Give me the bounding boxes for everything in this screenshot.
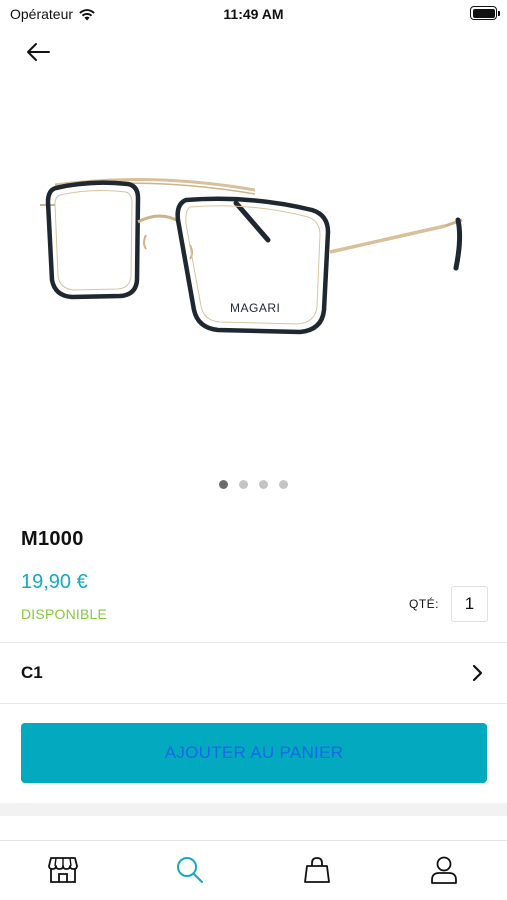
tab-account[interactable] — [380, 841, 507, 900]
battery-icon — [470, 6, 500, 20]
add-to-cart-button[interactable]: AJOUTER AU PANIER — [21, 723, 487, 783]
carousel-dot[interactable] — [279, 480, 288, 489]
search-icon — [177, 856, 204, 883]
chevron-right-icon — [472, 664, 483, 682]
carousel-dot[interactable] — [219, 480, 228, 489]
quantity-label: QTÉ: — [409, 597, 440, 611]
tab-search[interactable] — [127, 841, 254, 900]
variant-selector[interactable]: C1 — [0, 643, 507, 703]
carousel-dot[interactable] — [259, 480, 268, 489]
eyeglasses-image: MAGARI — [40, 178, 463, 335]
variant-label: C1 — [21, 663, 43, 682]
tab-store[interactable] — [0, 841, 127, 900]
divider — [0, 703, 507, 704]
availability-status: DISPONIBLE — [21, 606, 108, 622]
carousel-indicator — [0, 480, 507, 489]
section-separator — [0, 803, 507, 816]
store-icon — [48, 856, 79, 883]
status-time: 11:49 AM — [223, 6, 284, 22]
back-button[interactable] — [22, 38, 54, 66]
carousel-dot[interactable] — [239, 480, 248, 489]
shopping-bag-icon — [303, 856, 330, 883]
brand-mark: MAGARI — [230, 301, 280, 315]
quantity-input[interactable]: 1 — [451, 586, 488, 622]
status-bar: Opérateur 11:49 AM — [0, 0, 507, 30]
tab-cart[interactable] — [254, 841, 381, 900]
tab-bar — [0, 840, 507, 900]
product-price: 19,90 € — [21, 571, 88, 593]
product-name: M1000 — [21, 528, 84, 550]
user-icon — [430, 856, 457, 884]
arrow-left-icon — [27, 43, 50, 61]
product-image[interactable]: MAGARI — [0, 140, 507, 370]
